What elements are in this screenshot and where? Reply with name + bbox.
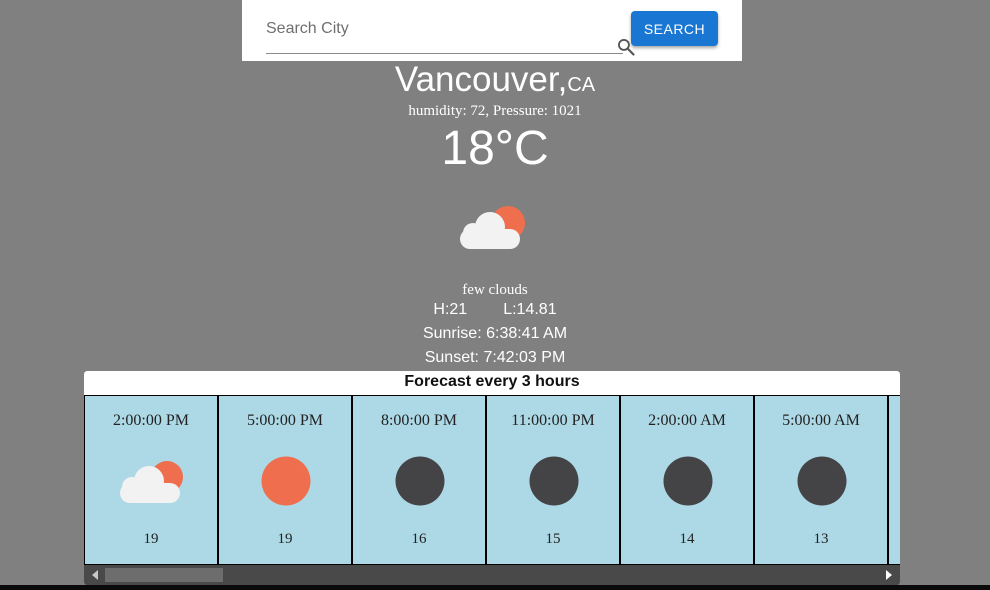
sunrise-time: Sunrise: 6:38:41 AM: [422, 325, 568, 342]
high-temp: H:21: [433, 301, 468, 318]
forecast-time: 2:00:00 AM: [648, 412, 726, 429]
forecast-card: 2:00:00 PM 19: [84, 395, 218, 565]
moon-icon: [663, 456, 713, 506]
search-button[interactable]: SEARCH: [631, 11, 718, 46]
bottom-edge: [0, 585, 990, 590]
moon-icon: [529, 456, 579, 506]
few-clouds-icon: [460, 206, 525, 249]
forecast-time: 5:00:00 PM: [246, 412, 323, 429]
forecast-temp: 19: [143, 531, 159, 547]
current-temperature: 18°C: [441, 122, 549, 175]
weather-description: few clouds: [462, 282, 528, 298]
country-code: CA: [567, 74, 596, 96]
sunset-time: Sunset: 7:42:03 PM: [424, 349, 566, 366]
forecast-card: 11:00:00 PM 15: [486, 395, 620, 565]
forecast-card: 5:00:00 PM 19: [218, 395, 352, 565]
moon-icon: [797, 456, 847, 506]
forecast-card: 8:00:00 PM 16: [352, 395, 486, 565]
location-heading: Vancouver,CA: [0, 60, 990, 100]
high-low: H:21 L:14.81: [0, 301, 990, 319]
scroll-left-arrow-icon[interactable]: [92, 570, 98, 580]
forecast-temp: 13: [813, 531, 829, 547]
city-name: Vancouver,: [394, 60, 568, 99]
horizontal-scrollbar[interactable]: [84, 565, 900, 585]
search-panel: SEARCH: [242, 0, 742, 61]
forecast-temp: 16: [411, 531, 427, 547]
forecast-time: 2:00:00 PM: [112, 412, 189, 429]
search-input[interactable]: [266, 18, 576, 40]
scroll-right-arrow-icon[interactable]: [886, 570, 892, 580]
scrollbar-thumb[interactable]: [105, 568, 223, 582]
forecast-temp: 15: [545, 531, 561, 547]
forecast-temp: 19: [277, 531, 293, 547]
few-clouds-icon: [120, 461, 183, 503]
forecast-list[interactable]: 2:00:00 PM 19 5:00:00 PM 19 8:00:00 PM 1…: [84, 395, 900, 565]
humidity-pressure: humidity: 72, Pressure: 1021: [408, 103, 582, 119]
forecast-card: 5:00:00 AM 13: [754, 395, 888, 565]
forecast-temp: 14: [679, 531, 695, 547]
forecast-time: 8:00:00 PM: [380, 412, 457, 429]
low-temp: L:14.81: [503, 301, 557, 318]
forecast-time: 5:00:00 AM: [782, 412, 860, 429]
search-field[interactable]: [266, 10, 635, 56]
forecast-card: 2:00:00 AM 14: [620, 395, 754, 565]
forecast-title: Forecast every 3 hours: [84, 371, 900, 395]
sun-icon: [261, 456, 311, 506]
forecast-time: 11:00:00 PM: [511, 412, 595, 429]
forecast-card-partial: [888, 395, 900, 565]
moon-icon: [395, 456, 445, 506]
forecast-panel: Forecast every 3 hours 2:00:00 PM 19 5:0…: [84, 371, 900, 585]
